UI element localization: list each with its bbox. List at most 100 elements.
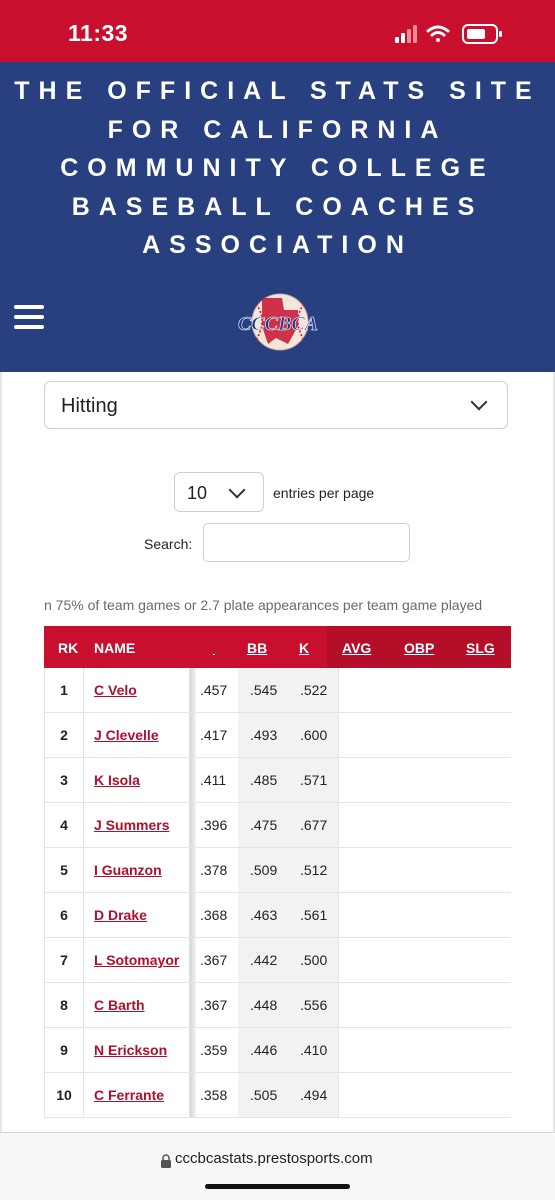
obp-cell: .545 [250,682,278,698]
avg-cell: .368 [200,907,228,923]
table-row: 1C Velo .457 .545 .522 [44,668,511,713]
player-name-link[interactable]: N Erickson [94,1028,167,1072]
player-name-link[interactable]: J Summers [94,803,169,847]
player-name-link[interactable]: D Drake [94,893,147,937]
table-row: 10 C Ferrante .358 .505 .494 [44,1073,511,1118]
scroll-shadow [190,983,196,1027]
avg-cell: .378 [200,862,228,878]
status-bar: 11:33 [0,0,555,62]
rank-cell: 10 [44,1073,84,1117]
rank-cell: 7 [44,938,84,982]
column-divider [338,893,339,937]
avg-cell: .396 [200,817,228,833]
cccbca-logo[interactable]: CCCBCA [232,290,324,354]
column-divider [338,1028,339,1072]
scroll-shadow [190,668,196,712]
site-title-line: THE OFFICIAL STATS SITE [14,77,541,105]
rank-cell: 9 [44,1028,84,1072]
player-name-link[interactable]: C Velo [94,668,137,712]
obp-cell: .448 [250,997,278,1013]
obp-cell: .509 [250,862,278,878]
search-input[interactable] [203,523,410,562]
scroll-shadow [190,848,196,892]
stats-table: RK NAME BB K AVG OBP SLG 1C Velo .457 .545… [44,626,511,1118]
col-header-name[interactable]: NAME [94,640,135,656]
scroll-shadow [190,713,196,757]
obp-cell: .485 [250,772,278,788]
obp-cell: .505 [250,1087,278,1103]
table-row: 6D Drake .368 .463 .561 [44,893,511,938]
slg-cell: .494 [300,1087,328,1103]
col-header-bb[interactable]: BB [247,640,267,656]
site-title: THE OFFICIAL STATS SITE FOR CALIFORNIA C… [0,62,555,265]
slg-cell: .512 [300,862,328,878]
slg-cell: .410 [300,1042,328,1058]
scroll-shadow [190,758,196,802]
table-row: 5I Guanzon .378 .509 .512 [44,848,511,893]
avg-cell: .367 [200,997,228,1013]
obp-cell: .446 [250,1042,278,1058]
player-name-link[interactable]: K Isola [94,758,140,802]
lock-icon [161,1154,171,1168]
avg-cell: .457 [200,682,228,698]
chevron-down-icon [470,393,488,411]
browser-url-bar[interactable]: cccbcastats.prestosports.com [0,1133,555,1200]
scroll-shadow [190,803,196,847]
column-divider [338,803,339,847]
content-edge [0,372,2,1132]
stat-category-select[interactable]: Hitting [44,381,508,429]
rank-cell: 4 [44,803,84,847]
obp-cell: .475 [250,817,278,833]
avg-cell: .358 [200,1087,228,1103]
entries-per-page-label: entries per page [273,485,375,501]
slg-cell: .556 [300,997,328,1013]
hamburger-icon[interactable] [14,305,44,333]
table-row: 8C Barth .367 .448 .556 [44,983,511,1028]
qualifier-note: n 75% of team games or 2.7 plate appeara… [44,597,483,613]
rank-cell: 2 [44,713,84,757]
url-text: cccbcastats.prestosports.com [175,1150,373,1167]
site-title-line: COMMUNITY COLLEGE [60,154,495,182]
col-header-obp[interactable]: OBP [404,640,434,656]
stat-category-value: Hitting [61,395,118,417]
chevron-down-icon [228,481,246,499]
entries-per-page-select[interactable]: 10 [174,472,264,512]
slg-cell: .561 [300,907,328,923]
obp-cell: .442 [250,952,278,968]
svg-text:CCCBCA: CCCBCA [238,313,318,335]
rank-cell: 3 [44,758,84,802]
avg-cell: .359 [200,1042,228,1058]
avg-cell: .411 [200,772,227,788]
rank-cell: 6 [44,893,84,937]
col-header-k[interactable]: K [299,640,309,656]
col-header-rk[interactable]: RK [58,640,78,656]
column-divider [338,668,339,712]
player-name-link[interactable]: I Guanzon [94,848,162,892]
table-row: 2J Clevelle .417 .493 .600 [44,713,511,758]
obp-cell: .463 [250,907,278,923]
column-divider [338,938,339,982]
column-divider [338,1073,339,1117]
slg-cell: .600 [300,727,328,743]
signal-icon [395,25,417,43]
slg-cell: .522 [300,682,328,698]
column-divider [338,848,339,892]
table-body: 1C Velo .457 .545 .522 2 J Clevelle .417 .493 .6… [44,668,511,1118]
table-header: RK NAME BB K AVG OBP SLG [44,626,511,668]
avg-cell: .417 [200,727,228,743]
col-header-avg[interactable]: AVG [342,640,371,656]
rank-cell: 1 [44,668,84,712]
player-name-link[interactable]: C Ferrante [94,1073,164,1117]
table-row: 4J Summers .396 .475 .677 [44,803,511,848]
wifi-icon [426,25,450,42]
site-header: THE OFFICIAL STATS SITE FOR CALIFORNIA C… [0,62,555,372]
col-header-slg[interactable]: SLG [466,640,495,656]
site-title-line: FOR CALIFORNIA [107,115,448,144]
player-name-link[interactable]: J Clevelle [94,713,159,757]
player-name-link[interactable]: C Barth [94,983,145,1027]
avg-cell: .367 [200,952,228,968]
col-header-hidden [213,640,215,655]
rank-cell: 5 [44,848,84,892]
status-icons [395,24,502,44]
player-name-link[interactable]: L Sotomayor [94,938,179,982]
